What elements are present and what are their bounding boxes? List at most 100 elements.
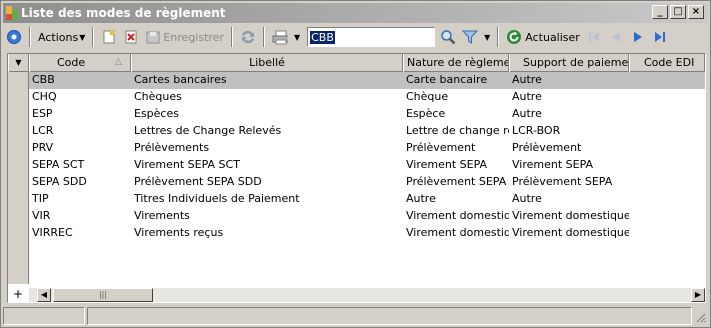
cell-libelle[interactable]: Virements reçus — [131, 225, 403, 242]
search-button[interactable] — [437, 26, 459, 48]
last-record-button[interactable] — [649, 26, 671, 48]
cell-nature[interactable]: Lettre de change rele — [403, 123, 509, 140]
cell-nature[interactable]: Virement domestique — [403, 208, 509, 225]
cell-code-edi[interactable] — [629, 106, 705, 123]
cell-code-edi[interactable] — [629, 157, 705, 174]
cell-nature[interactable]: Virement SEPA — [403, 157, 509, 174]
cell-code[interactable]: SEPA SDD — [29, 174, 131, 191]
cell-support[interactable]: Prélèvement — [509, 140, 629, 157]
cell-nature[interactable]: Chèque — [403, 89, 509, 106]
column-header-libelle[interactable]: Libellé — [131, 54, 403, 72]
next-record-button[interactable] — [627, 26, 649, 48]
cell-code-edi[interactable] — [629, 140, 705, 157]
cell-support[interactable]: Autre — [509, 72, 629, 89]
cell-support[interactable]: LCR-BOR — [509, 123, 629, 140]
row-selector-column — [8, 72, 29, 284]
sort-ascending-icon: △ — [115, 57, 122, 67]
transfer-arrows-icon — [240, 29, 256, 45]
cell-code-edi[interactable] — [629, 72, 705, 89]
cell-support[interactable]: Virement SEPA — [509, 157, 629, 174]
print-button[interactable]: ▼ — [269, 26, 303, 48]
cell-code[interactable]: TIP — [29, 191, 131, 208]
transfer-button[interactable] — [237, 26, 259, 48]
table-row[interactable]: ESP Espèces Espèce Autre — [29, 106, 705, 123]
table-row[interactable]: PRV Prélèvements Prélèvement Prélèvement — [29, 140, 705, 157]
delete-button[interactable] — [120, 26, 142, 48]
maximize-button[interactable]: □ — [670, 5, 686, 19]
cell-libelle[interactable]: Virements — [131, 208, 403, 225]
refresh-button[interactable]: Actualiser — [503, 26, 583, 48]
table-row[interactable]: VIRVirementsVirement domestiqueVirement … — [29, 208, 705, 225]
search-field[interactable]: CBB — [307, 27, 436, 47]
save-icon — [145, 29, 161, 45]
cell-code[interactable]: VIRREC — [29, 225, 131, 242]
cell-support[interactable]: Virement domestique — [509, 225, 629, 242]
cell-code-edi[interactable] — [629, 89, 705, 106]
cell-support[interactable]: Autre — [509, 89, 629, 106]
cell-nature[interactable]: Virement domestique — [403, 225, 509, 242]
new-button[interactable] — [98, 26, 120, 48]
data-grid: ▼ Code △ Libellé Nature de règlement Sup… — [7, 53, 706, 303]
scroll-right-button[interactable]: ▶ — [691, 288, 705, 302]
cell-libelle[interactable]: Prélèvement SEPA SDD — [131, 174, 403, 191]
cell-code-edi[interactable] — [629, 191, 705, 208]
table-row[interactable]: SEPA SCT Virement SEPA SCT Virement SEPA Vi… — [29, 157, 705, 174]
cell-code-edi[interactable] — [629, 208, 705, 225]
close-button[interactable]: × — [688, 5, 704, 19]
cell-libelle[interactable]: Lettres de Change Relevés — [131, 123, 403, 140]
circle-target-icon — [6, 29, 22, 45]
cell-nature[interactable]: Prélèvement SEPA — [403, 174, 509, 191]
status-cell-1 — [3, 307, 85, 325]
column-header-support[interactable]: Support de paiement — [509, 54, 629, 72]
table-row[interactable]: CHQ Chèques Chèque Autre — [29, 89, 705, 106]
column-header-code-edi[interactable]: Code EDI — [629, 54, 705, 72]
table-row[interactable]: SEPA SDD Prélèvement SEPA SDD Prélèvement … — [29, 174, 705, 191]
cell-support[interactable]: Autre — [509, 191, 629, 208]
cell-libelle[interactable]: Espèces — [131, 106, 403, 123]
table-row[interactable]: VIRRECVirements reçusVirement domestique… — [29, 225, 705, 242]
minimize-button[interactable]: _ — [652, 5, 668, 19]
actions-menu-button[interactable]: Actions ▼ — [35, 26, 88, 48]
cell-code[interactable]: CHQ — [29, 89, 131, 106]
column-header-nature[interactable]: Nature de règlement — [403, 54, 509, 72]
scroll-thumb[interactable]: ||| — [53, 288, 153, 302]
cell-nature[interactable]: Prélèvement — [403, 140, 509, 157]
back-circle-button[interactable] — [3, 26, 25, 48]
cell-libelle[interactable]: Virement SEPA SCT — [131, 157, 403, 174]
cell-code-edi[interactable] — [629, 225, 705, 242]
cell-code[interactable]: VIR — [29, 208, 131, 225]
cell-code[interactable]: ESP — [29, 106, 131, 123]
cell-support[interactable]: Autre — [509, 106, 629, 123]
cell-code-edi[interactable] — [629, 123, 705, 140]
cell-nature[interactable]: Espèce — [403, 106, 509, 123]
first-record-button[interactable] — [583, 26, 605, 48]
cell-libelle[interactable]: Prélèvements — [131, 140, 403, 157]
resize-grip-icon[interactable] — [694, 311, 706, 323]
cell-nature[interactable]: Autre — [403, 191, 509, 208]
cell-libelle[interactable]: Chèques — [131, 89, 403, 106]
previous-record-button[interactable] — [605, 26, 627, 48]
cell-code[interactable]: SEPA SCT — [29, 157, 131, 174]
scroll-left-button[interactable]: ◀ — [37, 288, 51, 302]
add-row-button[interactable]: + — [8, 288, 28, 302]
cell-nature[interactable]: Carte bancaire — [403, 72, 509, 89]
cell-code[interactable]: CBB — [29, 72, 131, 89]
row-selector-header[interactable]: ▼ — [8, 54, 29, 72]
column-header-code[interactable]: Code △ — [29, 54, 131, 72]
horizontal-scrollbar[interactable]: ◀ ||| ▶ — [29, 288, 705, 302]
cell-libelle[interactable]: Cartes bancaires — [131, 72, 403, 89]
table-row[interactable]: TIP Titres Individuels de Paiement Autre Au… — [29, 191, 705, 208]
cell-code-edi[interactable] — [629, 174, 705, 191]
first-icon — [586, 29, 602, 45]
previous-icon — [608, 29, 624, 45]
save-button[interactable]: Enregistrer — [142, 26, 227, 48]
table-row[interactable]: CBB Cartes bancaires Carte bancaire Autre — [29, 72, 705, 89]
cell-support[interactable]: Prélèvement SEPA — [509, 174, 629, 191]
cell-libelle[interactable]: Titres Individuels de Paiement — [131, 191, 403, 208]
window: Liste des modes de règlement _ □ × Actio… — [0, 0, 711, 328]
cell-code[interactable]: LCR — [29, 123, 131, 140]
filter-button[interactable]: ▼ — [459, 26, 493, 48]
cell-support[interactable]: Virement domestique — [509, 208, 629, 225]
table-row[interactable]: LCR Lettres de Change Relevés Lettre de ch… — [29, 123, 705, 140]
cell-code[interactable]: PRV — [29, 140, 131, 157]
